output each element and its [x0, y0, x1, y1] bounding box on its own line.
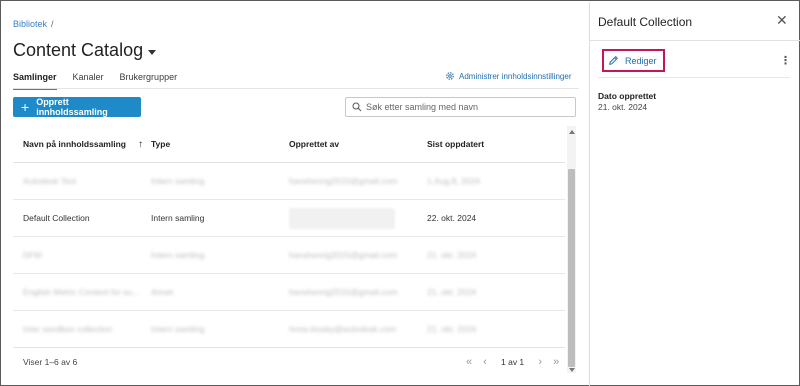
- close-icon[interactable]: ✕: [776, 12, 788, 29]
- scroll-up-arrow-icon[interactable]: [569, 130, 575, 134]
- column-header-type[interactable]: Type: [151, 139, 289, 149]
- created-date-value: 21. okt. 2024: [598, 102, 648, 112]
- tabs-divider: [13, 88, 579, 89]
- cell-updated: 1.Aug.8, 2024: [427, 176, 480, 186]
- table-row[interactable]: Autodesk Test Intern samling hanshenrig2…: [13, 163, 565, 200]
- search-box[interactable]: [345, 97, 576, 117]
- page-indicator: 1 av 1: [501, 357, 525, 367]
- created-date-label: Dato opprettet: [598, 91, 657, 101]
- cell-type: Intern samling: [151, 213, 205, 223]
- cell-creator: hanshenrig2015@gmail.com: [289, 176, 398, 186]
- admin-settings-label: Administrer innholdsinnstillinger: [459, 71, 572, 81]
- column-header-name[interactable]: Navn på innholdssamling ↑: [13, 139, 151, 150]
- admin-settings-link[interactable]: Administrer innholdsinnstillinger: [445, 71, 572, 81]
- plus-icon: +: [21, 99, 30, 115]
- pencil-icon: [609, 56, 618, 65]
- cell-type: Intern samling: [151, 324, 205, 334]
- more-options-icon[interactable]: ⋮: [780, 54, 791, 67]
- results-count: Viser 1–6 av 6: [23, 356, 78, 367]
- cell-type: Annet: [151, 287, 174, 297]
- last-page-icon[interactable]: »: [548, 356, 564, 368]
- edit-button[interactable]: Rediger: [602, 49, 665, 72]
- create-collection-label: Opprett innholdssamling: [36, 97, 108, 117]
- breadcrumb: Bibliotek /: [13, 19, 54, 29]
- cell-name: Autodesk Test: [23, 176, 77, 186]
- cell-type: Intern samling: [151, 250, 205, 260]
- collections-table: Navn på innholdssamling ↑ Type Opprettet…: [13, 126, 565, 348]
- cell-name: Default Collection: [23, 213, 90, 223]
- pagination: « ‹ 1 av 1 › »: [461, 348, 564, 376]
- sort-ascending-icon[interactable]: ↑: [138, 139, 143, 150]
- table-row[interactable]: Inter sandbox collection Intern samling …: [13, 311, 565, 348]
- column-header-name-label: Navn på innholdssamling: [23, 139, 126, 149]
- create-collection-button[interactable]: + Opprett innholdssamling: [13, 97, 141, 117]
- page-title[interactable]: Content Catalog: [13, 40, 143, 61]
- title-row[interactable]: Content Catalog: [13, 40, 157, 61]
- cell-creator: [289, 207, 427, 229]
- panel-toolbar-divider: [598, 77, 790, 78]
- search-input[interactable]: [366, 102, 566, 112]
- cell-updated: 21. okt. 2024: [427, 250, 477, 260]
- column-header-creator[interactable]: Opprettet av: [289, 139, 427, 149]
- scroll-down-arrow-icon[interactable]: [569, 368, 575, 372]
- cell-name: English Metric Content for su...: [23, 287, 140, 297]
- first-page-icon[interactable]: «: [461, 356, 477, 368]
- column-header-updated[interactable]: Sist oppdatert: [427, 139, 565, 149]
- cell-updated: 22. okt. 2024: [427, 213, 477, 223]
- panel-header-divider: [590, 40, 800, 41]
- main-area: Bibliotek / Content Catalog Samlinger Kan…: [2, 2, 589, 386]
- previous-page-icon[interactable]: ‹: [477, 356, 493, 368]
- table-header: Navn på innholdssamling ↑ Type Opprettet…: [13, 126, 565, 163]
- cell-creator: hnna.kiosby@autodesk.com: [289, 324, 396, 334]
- table-row[interactable]: DFM Intern samling hanshenrig2015@gmail.…: [13, 237, 565, 274]
- caret-down-icon[interactable]: [148, 49, 157, 55]
- cell-updated: 21. okt. 2024: [427, 287, 477, 297]
- gear-icon: [446, 72, 454, 80]
- edit-button-label: Rediger: [625, 55, 657, 66]
- redacted-creator: [289, 207, 395, 229]
- cell-type: Intern samling: [151, 176, 205, 186]
- app-window: Bibliotek / Content Catalog Samlinger Kan…: [0, 0, 800, 386]
- cell-name: Inter sandbox collection: [23, 324, 113, 334]
- panel-title: Default Collection: [598, 15, 693, 29]
- cell-creator: hanshenrig2015@gmail.com: [289, 287, 398, 297]
- table-footer: Viser 1–6 av 6 « ‹ 1 av 1 › »: [13, 347, 565, 375]
- cell-creator: hanshenrig2015@gmail.com: [289, 250, 398, 260]
- cell-updated: 21. okt. 2024: [427, 324, 477, 334]
- cell-name: DFM: [23, 250, 42, 260]
- table-row[interactable]: Default Collection Intern samling 22. ok…: [13, 200, 565, 237]
- breadcrumb-library-link[interactable]: Bibliotek: [13, 19, 47, 29]
- table-row[interactable]: English Metric Content for su... Annet h…: [13, 274, 565, 311]
- scrollbar-thumb[interactable]: [568, 169, 575, 367]
- search-icon: [352, 102, 362, 112]
- details-panel: Default Collection ✕ Rediger ⋮ Dato oppr…: [590, 2, 800, 386]
- breadcrumb-separator: /: [51, 19, 54, 29]
- next-page-icon[interactable]: ›: [532, 356, 548, 368]
